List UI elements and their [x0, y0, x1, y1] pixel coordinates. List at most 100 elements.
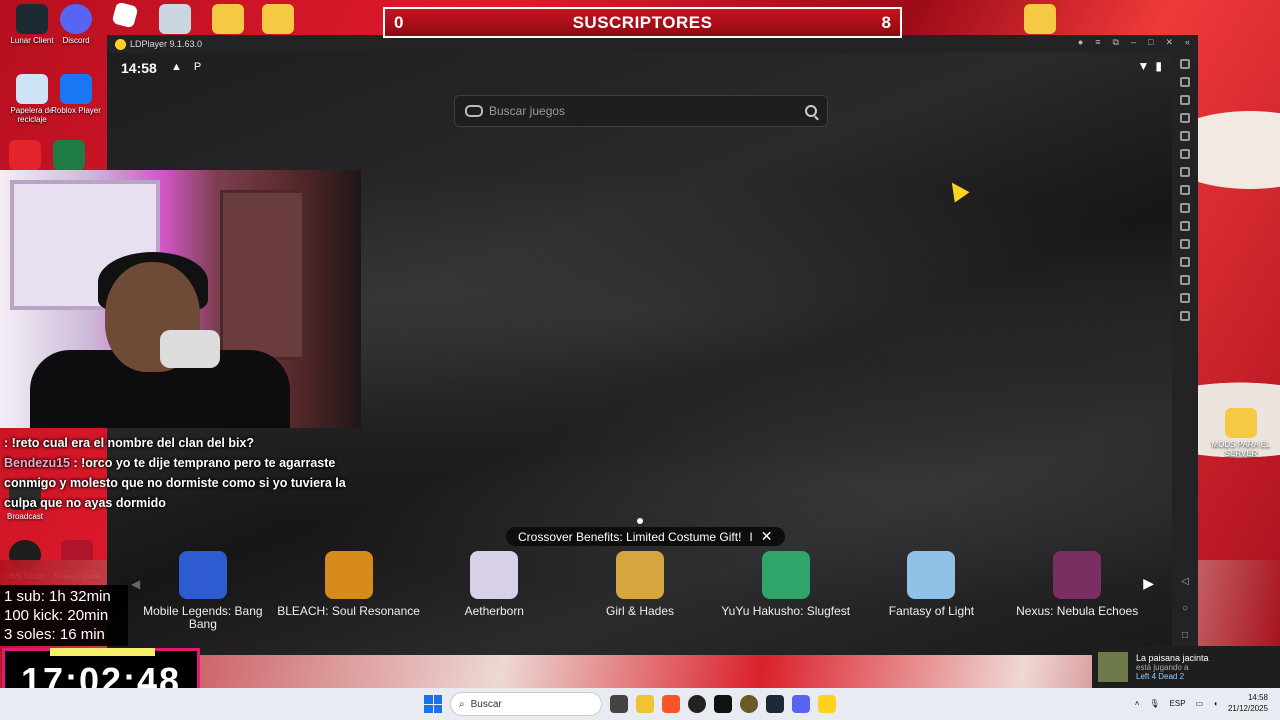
excel-icon: [53, 140, 85, 170]
game-name: Fantasy of Light: [888, 604, 975, 618]
folder-icon: [261, 4, 294, 34]
scroll-right-icon[interactable]: ▶: [1143, 575, 1154, 592]
volume-up-icon[interactable]: [1180, 95, 1190, 105]
app-icon[interactable]: [740, 695, 758, 713]
notif-game: Left 4 Dead 2: [1136, 672, 1185, 681]
menu-icon[interactable]: ≡: [1095, 37, 1100, 48]
screenshot-icon[interactable]: [1180, 131, 1190, 141]
install-apk-icon[interactable]: [1180, 149, 1190, 159]
desktop-icon-acrobat[interactable]: [0, 140, 50, 172]
subs-current: 0: [394, 12, 404, 32]
task-view-icon[interactable]: [610, 695, 628, 713]
android-nav: ◁ ○ □: [1181, 576, 1189, 655]
desktop-icon-roblox-player[interactable]: Roblox Player: [44, 74, 108, 115]
desktop-icon-mods-folder[interactable]: MODS PARA EL SERVER: [1208, 408, 1274, 458]
shared-folder-icon[interactable]: [1180, 275, 1190, 285]
stream-chat: : !reto cual era el nombre del clan del …: [4, 433, 354, 513]
desktop-icon-folder[interactable]: [200, 4, 255, 36]
game-tile[interactable]: BLEACH: Soul Resonance: [276, 551, 422, 631]
promo-text: Crossover Benefits: Limited Costume Gift…: [518, 529, 742, 544]
taskbar-search[interactable]: ⌕ Buscar: [450, 692, 602, 716]
network-icon[interactable]: ▭: [1196, 699, 1204, 708]
desktop-icon-excel[interactable]: [44, 140, 94, 172]
notif-status: está jugando a: [1136, 663, 1189, 672]
discord-icon[interactable]: [792, 695, 810, 713]
game-tile[interactable]: Fantasy of Light: [859, 551, 1005, 631]
steam-icon[interactable]: [766, 695, 784, 713]
game-thumbnail: [470, 551, 519, 599]
game-thumbnail: [324, 551, 373, 599]
keyboard-icon[interactable]: [1180, 77, 1190, 87]
obs-icon[interactable]: [688, 695, 706, 713]
multi-instance-icon[interactable]: [1180, 167, 1190, 177]
game-tile[interactable]: Mobile Legends: Bang Bang: [130, 551, 276, 631]
file-explorer-icon[interactable]: [636, 695, 654, 713]
location-icon[interactable]: [1180, 293, 1190, 303]
wifi-icon: ▼: [1137, 59, 1150, 73]
minimize-icon[interactable]: –: [1131, 37, 1136, 48]
windows-start-icon[interactable]: [424, 695, 442, 713]
game-tile[interactable]: Nexus: Nebula Echoes: [1004, 551, 1150, 631]
recents-icon[interactable]: □: [1182, 630, 1188, 641]
desktop-icon-folder-2[interactable]: [250, 4, 305, 36]
desktop-icon-roblox-shortcut[interactable]: [100, 1, 150, 29]
game-tile[interactable]: Aetherborn: [421, 551, 567, 631]
ldplayer-title: LDPlayer 9.1.63.0: [130, 39, 203, 49]
close-icon[interactable]: ✕: [1165, 37, 1173, 48]
obs-icon: [9, 540, 41, 570]
restore-icon[interactable]: ⧉: [1113, 37, 1119, 48]
game-thumbnail: [761, 551, 810, 599]
sync-icon[interactable]: [1180, 239, 1190, 249]
game-search-bar[interactable]: Buscar juegos: [454, 95, 828, 127]
page-indicator: [637, 518, 643, 524]
promo-banner[interactable]: Crossover Benefits: Limited Costume Gift…: [506, 527, 785, 546]
desktop-icon-notepad[interactable]: [150, 4, 200, 36]
game-thumbnail: [616, 551, 665, 599]
steam-notification[interactable]: La paisana jacinta está jugando a Left 4…: [1092, 646, 1280, 688]
volume-icon[interactable]: ◖: [1213, 699, 1218, 708]
desktop-icon-folder-3[interactable]: [1010, 4, 1070, 36]
game-name: Aetherborn: [464, 604, 524, 618]
search-icon[interactable]: [805, 105, 817, 117]
home-icon[interactable]: ○: [1182, 603, 1188, 614]
game-tile[interactable]: Girl & Hades: [567, 551, 713, 631]
epic-games-icon[interactable]: [714, 695, 732, 713]
game-tile[interactable]: YuYu Hakusho: Slugfest: [713, 551, 859, 631]
stream-goals: 1 sub: 1h 32min 100 kick: 20min 3 soles:…: [0, 585, 128, 646]
back-icon[interactable]: ◁: [1181, 576, 1189, 587]
video-record-icon[interactable]: [1180, 221, 1190, 231]
volume-down-icon[interactable]: [1180, 113, 1190, 123]
taskbar: ⌕ Buscar ˄ 🎙 ESP ▭ ◖ 14:58 21/12/2025: [0, 688, 1280, 720]
notification-a-icon: ▲: [171, 61, 182, 73]
settings-icon[interactable]: [1180, 59, 1190, 69]
roblox-icon: [111, 1, 139, 29]
microphone-icon[interactable]: 🎙: [1149, 699, 1159, 708]
game-thumbnail: [1053, 551, 1102, 599]
language-indicator[interactable]: ESP: [1170, 699, 1186, 708]
brave-icon[interactable]: [662, 695, 680, 713]
desktop-icon-discord[interactable]: Discord: [44, 4, 108, 45]
game-name: BLEACH: Soul Resonance: [277, 604, 420, 618]
desktop-icon-obs[interactable]: OBS Studio: [0, 540, 50, 581]
ldplayer-icon[interactable]: [818, 695, 836, 713]
clock[interactable]: 14:58 21/12/2025: [1228, 692, 1268, 714]
promo-divider: I: [749, 529, 753, 544]
search-placeholder: Buscar juegos: [489, 104, 566, 118]
close-icon[interactable]: ✕: [761, 528, 773, 545]
goal-line: 3 soles: 16 min: [4, 626, 105, 643]
collapse-sidebar-icon[interactable]: «: [1185, 37, 1190, 48]
window-controls: ● ≡ ⧉ – □ ✕ «: [1078, 37, 1190, 48]
shake-icon[interactable]: [1180, 257, 1190, 267]
game-name: YuYu Hakusho: Slugfest: [721, 604, 851, 618]
account-icon[interactable]: ●: [1078, 37, 1083, 48]
chevron-up-icon[interactable]: ˄: [1135, 699, 1140, 708]
goal-line: 1 sub: 1h 32min: [4, 588, 111, 605]
gamepad-icon: [465, 105, 483, 117]
game-thumbnail: [907, 551, 956, 599]
more-icon[interactable]: [1180, 311, 1190, 321]
scissors-icon[interactable]: [1180, 203, 1190, 213]
taskbar-apps: ⌕ Buscar: [424, 692, 836, 716]
maximize-icon[interactable]: □: [1148, 37, 1153, 48]
operation-recorder-icon[interactable]: [1180, 185, 1190, 195]
desktop-icon-stream-dock[interactable]: Stream Dock: [48, 540, 106, 581]
